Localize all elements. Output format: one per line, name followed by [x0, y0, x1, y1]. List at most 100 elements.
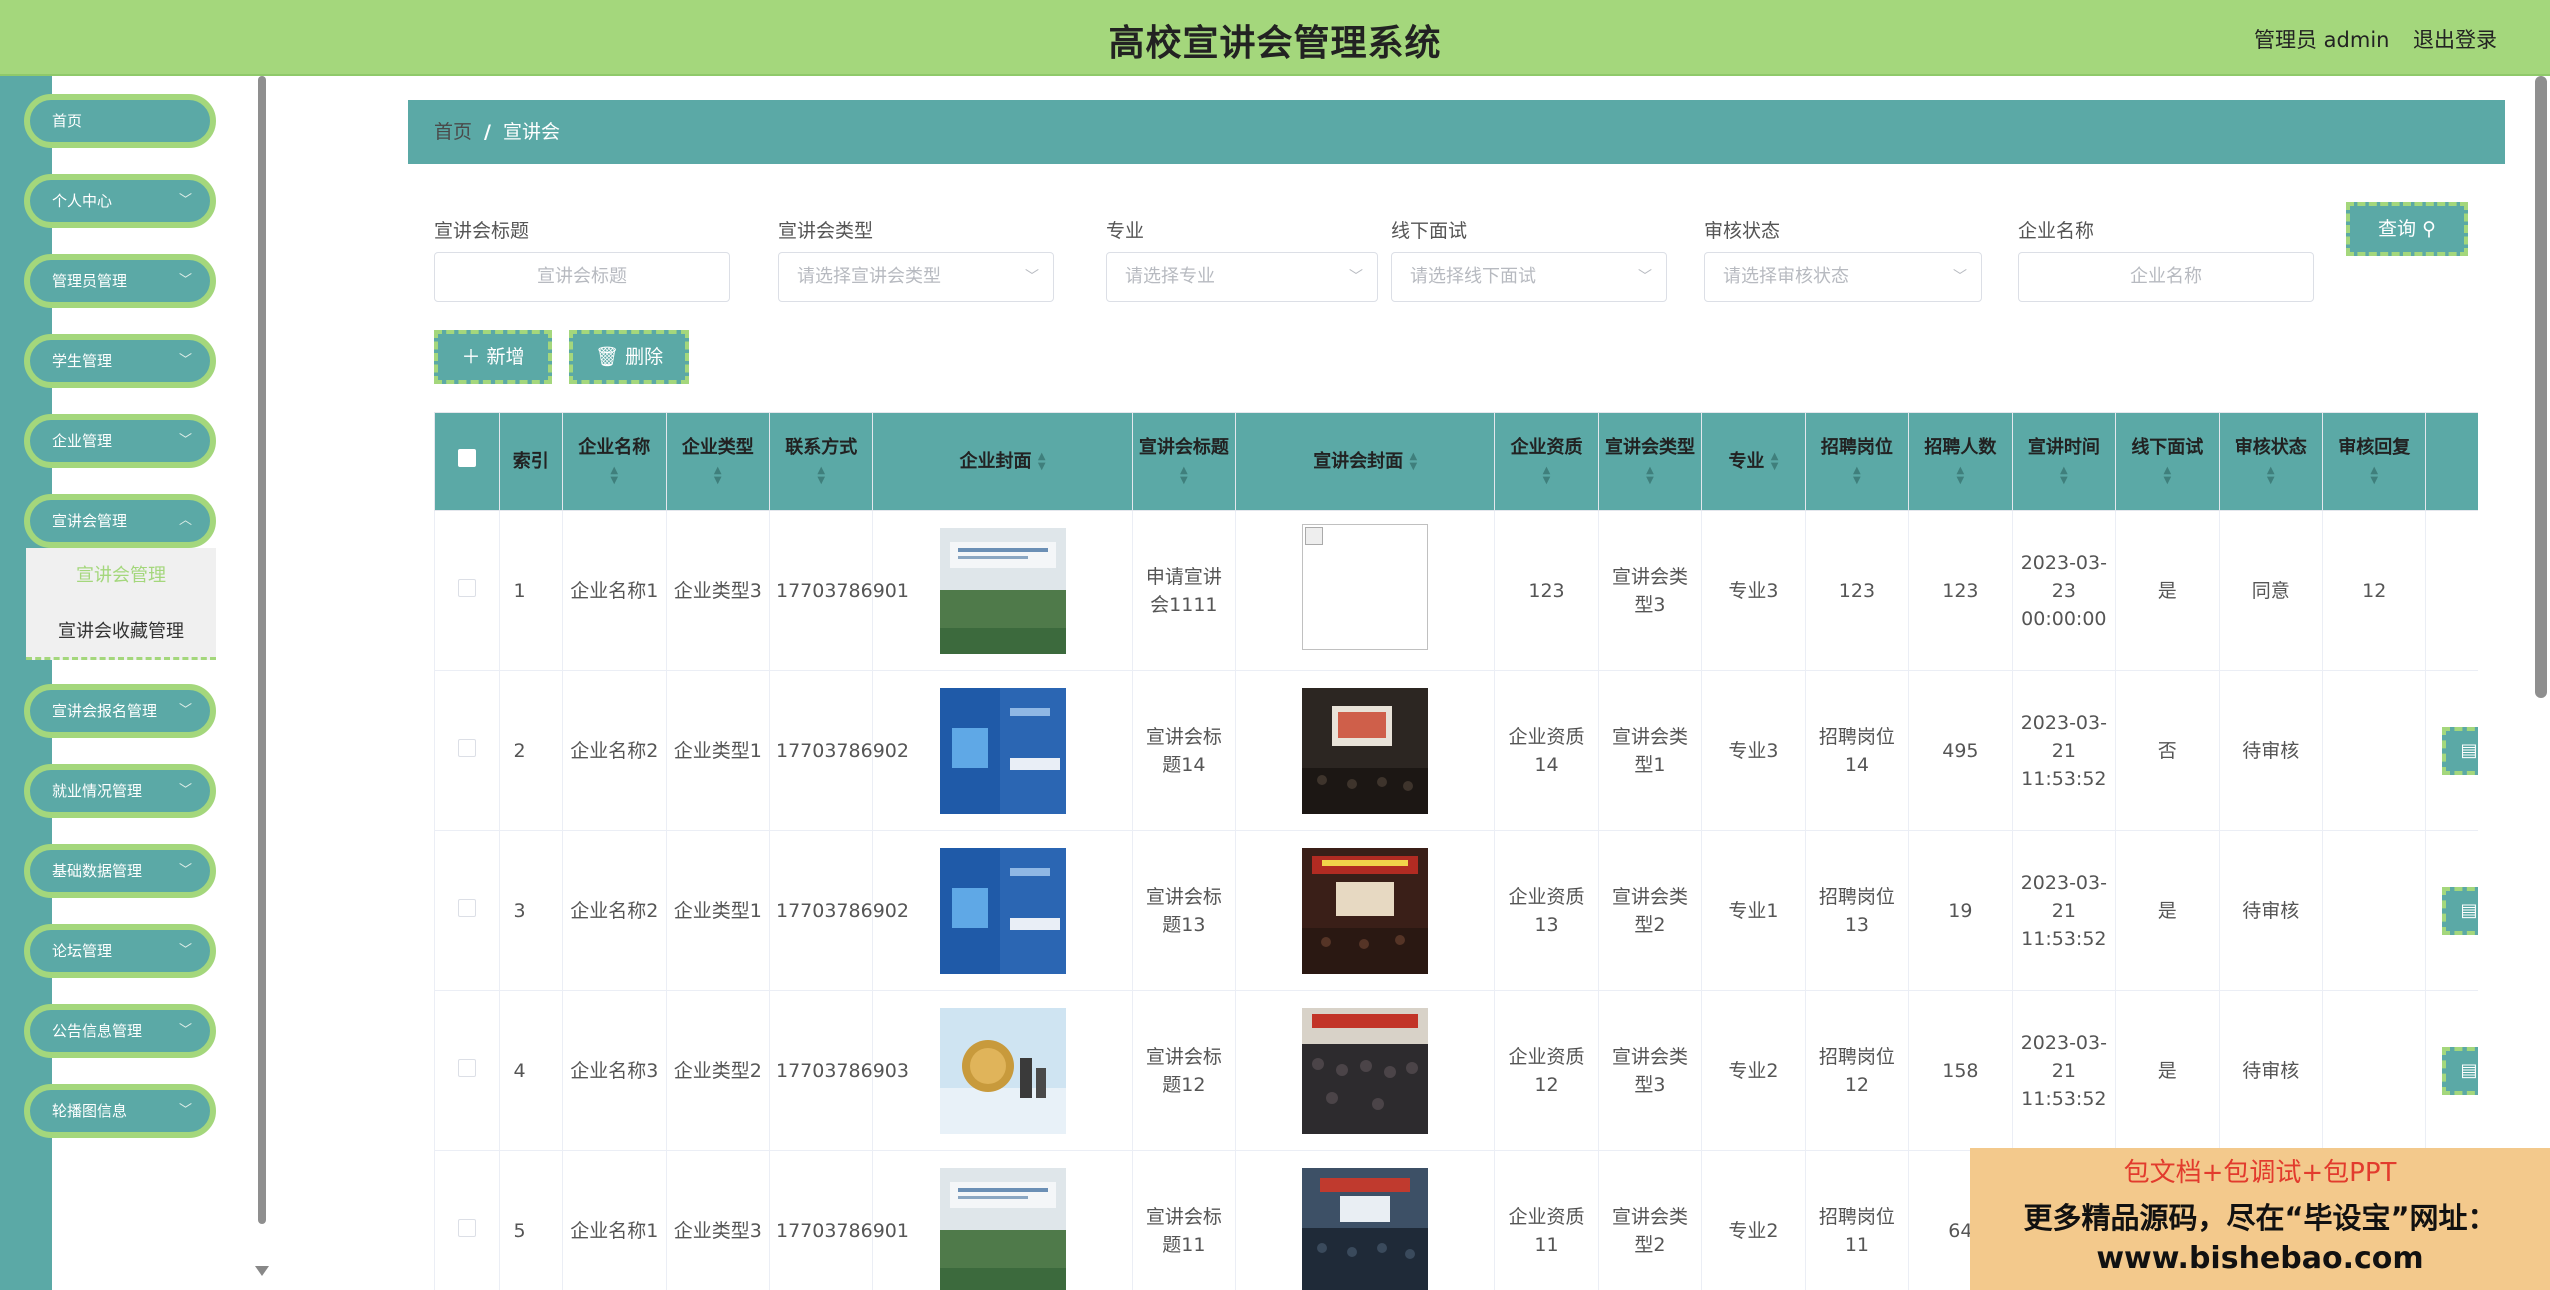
type-select[interactable]: 请选择宣讲会类型 ﹀ — [778, 252, 1054, 302]
breadcrumb-home[interactable]: 首页 — [434, 121, 472, 143]
cell-name: 企业名称3 — [562, 990, 667, 1151]
document-icon: ▤ — [2460, 1059, 2478, 1081]
cell-post: 招聘岗位11 — [1804, 1150, 1910, 1290]
cell-qual: 123 — [1494, 510, 1599, 671]
col-company-cover[interactable]: 企业封面 ▲ ▼ — [872, 412, 1133, 511]
title-search-input[interactable]: 宣讲会标题 — [434, 252, 730, 302]
chevron-down-icon: ﹀ — [178, 863, 192, 878]
major-select[interactable]: 请选择专业 ﹀ — [1106, 252, 1378, 302]
company-search-input[interactable]: 企业名称 — [2018, 252, 2314, 302]
add-button[interactable]: ＋ 新增 — [434, 330, 552, 384]
col-company-name[interactable]: 企业名称 ▲ ▼ — [562, 412, 667, 511]
sidebar-item-carousel[interactable]: 轮播图信息 ﹀ — [24, 1084, 216, 1138]
col-reply[interactable]: 审核回复 ▲ ▼ — [2322, 412, 2427, 511]
sidebar-item-signups[interactable]: 宣讲会报名管理 ﹀ — [24, 684, 216, 738]
col-qualification[interactable]: 企业资质 ▲ ▼ — [1494, 412, 1599, 511]
sort-icon: ▲ ▼ — [2163, 464, 2172, 486]
cell-type: 企业类型1 — [665, 830, 770, 991]
broken-image-icon — [1302, 523, 1429, 650]
cell-title: 宣讲会标题12 — [1131, 990, 1237, 1151]
chevron-down-icon: ﹀ — [178, 193, 192, 208]
col-talk-type[interactable]: 宣讲会类型 ▲ ▼ — [1597, 412, 1703, 511]
watermark-banner: 包文档+包调试+包PPT 更多精品源码，尽在“毕设宝”网址： www.bishe… — [1970, 1148, 2550, 1290]
cell-major: 专业2 — [1701, 990, 1806, 1151]
row-checkbox[interactable] — [457, 898, 476, 917]
logout-link[interactable]: 退出登录 — [2413, 24, 2497, 54]
current-user[interactable]: 管理员 admin — [2254, 24, 2389, 54]
sort-icon: ▲ ▼ — [1853, 464, 1861, 486]
sidebar-item-basedata[interactable]: 基础数据管理 ﹀ — [24, 844, 216, 898]
sort-icon: ▲ ▼ — [1542, 464, 1551, 486]
submenu-talk-manage[interactable]: 宣讲会管理 — [26, 548, 216, 604]
cell-offline: 否 — [2115, 670, 2220, 831]
sidebar-item-forum[interactable]: 论坛管理 ﹀ — [24, 924, 216, 978]
cell-phone: 17703786901 — [768, 510, 909, 671]
col-audit[interactable]: 审核状态 ▲ ▼ — [2218, 412, 2324, 511]
cell-talk_type: 宣讲会类型2 — [1597, 830, 1703, 991]
cell-idx: 2 — [498, 670, 564, 831]
row-checkbox[interactable] — [457, 1218, 476, 1237]
sidebar-item-employment[interactable]: 就业情况管理 ﹀ — [24, 764, 216, 818]
table-row[interactable]: 4 企业名称3 企业类型2 17703786903 宣讲会标题12 企业资质12 宣讲会类型… — [434, 990, 2478, 1151]
row-checkbox[interactable] — [457, 738, 476, 757]
col-count[interactable]: 招聘人数 ▲ ▼ — [1908, 412, 2013, 511]
cell-name: 企业名称2 — [562, 670, 667, 831]
cell-name: 企业名称1 — [562, 510, 667, 671]
cell-idx: 3 — [498, 830, 564, 991]
sort-icon: ▲ ▼ — [1180, 464, 1188, 486]
top-header: 高校宣讲会管理系统 管理员 admin 退出登录 — [0, 0, 2550, 76]
breadcrumb-current: 宣讲会 — [502, 121, 560, 143]
sidebar-item-talks[interactable]: 宣讲会管理 ︿ — [24, 494, 216, 548]
page-scroll-thumb[interactable] — [2535, 76, 2547, 698]
cell-talk_type: 宣讲会类型3 — [1597, 510, 1703, 671]
submenu-talk-favorites[interactable]: 宣讲会收藏管理 — [26, 604, 216, 660]
watermark-line2: 更多精品源码，尽在“毕设宝”网址： — [2023, 1201, 2497, 1235]
filter-offline-label: 线下面试 — [1391, 220, 1468, 242]
table-row[interactable]: 1 企业名称1 企业类型3 17703786901 申请宣讲会1111 123 宣讲会类型3… — [434, 510, 2478, 671]
filter-type-label: 宣讲会类型 — [778, 220, 874, 242]
col-major[interactable]: 专业 ▲ ▼ — [1701, 412, 1806, 511]
chevron-down-icon: ﹀ — [178, 1103, 192, 1118]
row-checkbox[interactable] — [457, 578, 476, 597]
cell-offline: 是 — [2115, 510, 2220, 671]
detail-button[interactable]: ▤ 详情 — [2442, 886, 2478, 935]
cell-offline: 是 — [2115, 830, 2220, 991]
sidebar-item-profile[interactable]: 个人中心 ﹀ — [24, 174, 216, 228]
sidebar-item-notices[interactable]: 公告信息管理 ﹀ — [24, 1004, 216, 1058]
sidebar-item-companies[interactable]: 企业管理 ﹀ — [24, 414, 216, 468]
row-checkbox[interactable] — [457, 1058, 476, 1077]
table-row[interactable]: 2 企业名称2 企业类型1 17703786902 宣讲会标题14 企业资质14 宣讲会类型… — [434, 670, 2478, 831]
cell-reply: 12 — [2322, 510, 2427, 671]
company-cover-image — [872, 990, 1133, 1151]
select-all-checkbox[interactable] — [457, 448, 476, 467]
delete-button[interactable]: 🗑 删除 — [569, 330, 689, 384]
table-row[interactable]: 3 企业名称2 企业类型1 17703786902 宣讲会标题13 企业资质13 宣讲会类型… — [434, 830, 2478, 991]
cell-reply — [2322, 830, 2427, 991]
cell-time: 2023-03-21 11:53:52 — [2011, 830, 2117, 991]
cell-name: 企业名称2 — [562, 830, 667, 991]
sort-icon: ▲ ▼ — [1409, 450, 1418, 472]
cell-count: 158 — [1908, 990, 2013, 1151]
sidebar-item-home[interactable]: 首页 — [24, 94, 216, 148]
scroll-down-icon[interactable] — [255, 1266, 269, 1276]
query-button[interactable]: 查询 ⚲ — [2346, 202, 2468, 256]
col-time[interactable]: 宣讲时间 ▲ ▼ — [2011, 412, 2117, 511]
detail-button[interactable]: ▤ 详情 — [2442, 1046, 2478, 1095]
col-company-type[interactable]: 企业类型 ▲ ▼ — [665, 412, 770, 511]
cell-title: 宣讲会标题14 — [1131, 670, 1237, 831]
audit-select[interactable]: 请选择审核状态 ﹀ — [1704, 252, 1982, 302]
col-talk-title[interactable]: 宣讲会标题 ▲ ▼ — [1131, 412, 1237, 511]
sort-icon: ▲ ▼ — [713, 464, 722, 486]
watermark-url[interactable]: www.bishebao.com — [1970, 1241, 2550, 1276]
offline-select[interactable]: 请选择线下面试 ﹀ — [1391, 252, 1667, 302]
detail-button[interactable]: ▤ 详情 — [2442, 726, 2478, 775]
chevron-down-icon: ﹀ — [1025, 269, 1039, 285]
sidebar-item-admins[interactable]: 管理员管理 ﹀ — [24, 254, 216, 308]
col-talk-cover[interactable]: 宣讲会封面 ▲ ▼ — [1235, 412, 1496, 511]
sidebar-scroll-thumb[interactable] — [258, 76, 266, 1224]
col-post[interactable]: 招聘岗位 ▲ ▼ — [1804, 412, 1910, 511]
col-contact[interactable]: 联系方式 ▲ ▼ — [768, 412, 874, 511]
col-actions — [2425, 412, 2478, 511]
col-offline[interactable]: 线下面试 ▲ ▼ — [2115, 412, 2220, 511]
sidebar-item-students[interactable]: 学生管理 ﹀ — [24, 334, 216, 388]
